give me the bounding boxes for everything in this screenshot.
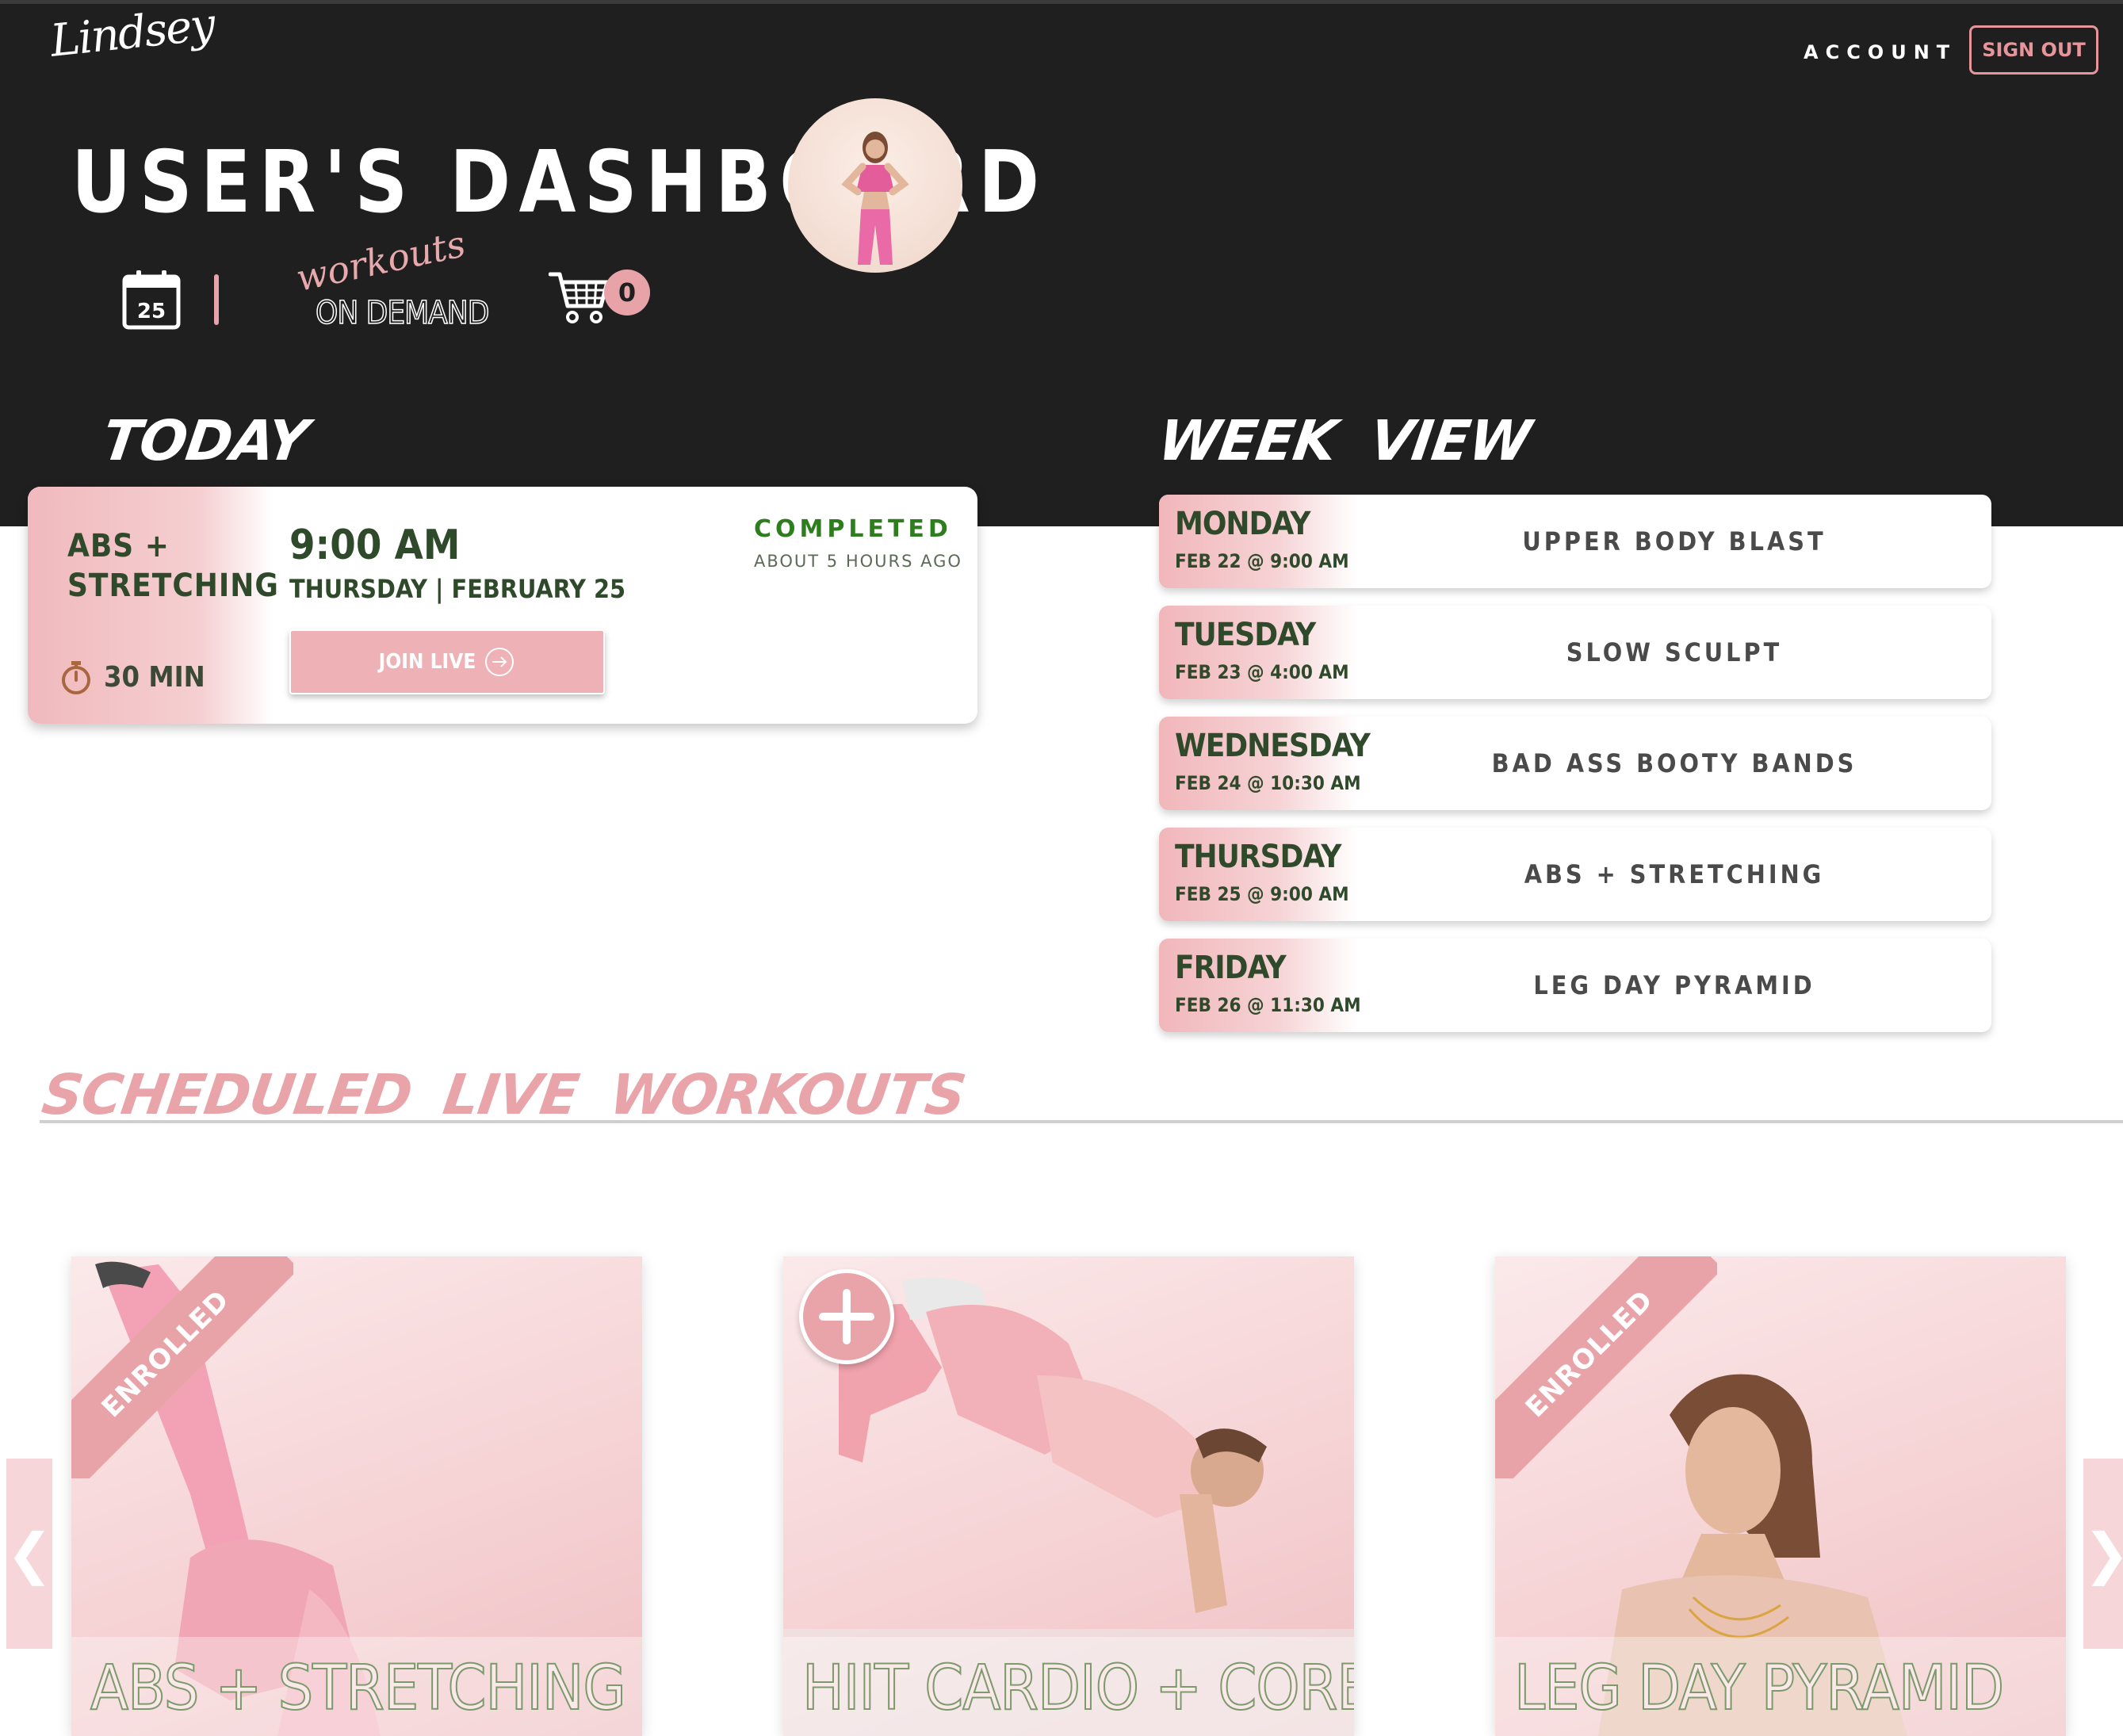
workouts-on-demand-link[interactable]: workouts ON DEMAND [293,222,490,333]
today-class-name: ABS + STRETCHING [67,528,279,604]
calendar-icon[interactable]: 25 [122,270,181,330]
week-class-name: BAD ASS BOOTY BANDS [1491,748,1857,778]
ribbon-label: ENROLLED [71,1256,293,1478]
arrow-right-icon [485,648,514,676]
today-duration: 30 MIN [104,661,205,694]
carousel-next-button[interactable]: ❯ [2083,1459,2123,1649]
avatar-figure [841,132,909,265]
join-live-button[interactable]: JOIN LIVE [289,629,605,694]
workout-card-leg-day-pyramid[interactable]: LEG DAY PYRAMID ENROLLED [1495,1256,2066,1736]
today-date: THURSDAY | FEBRUARY 25 [289,574,625,604]
carousel-prev-button[interactable]: ❮ [6,1459,53,1649]
week-class-name: ABS + STRETCHING [1524,859,1825,889]
chevron-right-icon: ❯ [2083,1521,2123,1586]
week-row-thursday[interactable]: THURSDAY FEB 25 @ 9:00 AM ABS + STRETCHI… [1159,828,1991,921]
divider [214,274,219,325]
avatar[interactable] [788,98,962,273]
week-date: FEB 25 @ 9:00 AM [1175,883,1349,905]
week-date: FEB 26 @ 11:30 AM [1175,994,1361,1016]
chevron-left-icon: ❮ [6,1521,53,1586]
today-time: 9:00 AM [289,522,461,569]
week-day: THURSDAY [1175,839,1341,875]
stopwatch-icon [59,660,93,696]
week-row-monday[interactable]: MONDAY FEB 22 @ 9:00 AM UPPER BODY BLAST [1159,495,1991,588]
add-workout-button[interactable] [799,1269,894,1364]
week-day: WEDNESDAY [1175,728,1371,764]
card-title: ABS + STRETCHING [90,1652,627,1725]
enrolled-ribbon: ENROLLED [71,1256,293,1478]
today-class-card: ABS + STRETCHING 30 MIN 9:00 AM THURSDAY… [28,487,977,724]
plus-icon [819,1289,874,1344]
week-class-name: SLOW SCULPT [1566,637,1783,667]
week-class-name: LEG DAY PYRAMID [1533,970,1815,1000]
card-title: HIIT CARDIO + CORE [801,1652,1354,1725]
week-day: FRIDAY [1175,950,1287,986]
sign-out-button[interactable]: SIGN OUT [1969,25,2098,75]
week-row-wednesday[interactable]: WEDNESDAY FEB 24 @ 10:30 AM BAD ASS BOOT… [1159,717,1991,810]
today-heading: TODAY [98,408,312,473]
section-divider [40,1120,2123,1123]
week-day: MONDAY [1175,506,1310,542]
ondemand-label: ON DEMAND [315,294,490,332]
week-row-tuesday[interactable]: TUESDAY FEB 23 @ 4:00 AM SLOW SCULPT [1159,606,1991,699]
enrolled-ribbon: ENROLLED [1495,1256,1717,1478]
week-date: FEB 24 @ 10:30 AM [1175,772,1361,794]
status-timestamp: ABOUT 5 HOURS AGO [754,552,962,571]
week-class-name: UPPER BODY BLAST [1522,526,1827,556]
cart-icon[interactable] [548,270,612,325]
week-date: FEB 22 @ 9:00 AM [1175,550,1349,572]
workout-card-hiit-cardio-core[interactable]: HIIT CARDIO + CORE [783,1256,1354,1736]
calendar-day: 25 [137,300,166,323]
ribbon-label: ENROLLED [1495,1256,1717,1478]
status-badge: COMPLETED [754,515,952,543]
week-view-heading: WEEK VIEW [1154,408,1535,473]
week-day: TUESDAY [1175,617,1316,653]
scheduled-workouts-heading: SCHEDULED LIVE WORKOUTS [38,1062,970,1127]
week-row-friday[interactable]: FRIDAY FEB 26 @ 11:30 AM LEG DAY PYRAMID [1159,939,1991,1032]
cart-count-badge: 0 [604,270,650,315]
week-date: FEB 23 @ 4:00 AM [1175,661,1349,683]
workout-card-abs-stretching[interactable]: ABS + STRETCHING ENROLLED [71,1256,642,1736]
account-link[interactable]: ACCOUNT [1804,41,1957,63]
card-title: LEG DAY PYRAMID [1513,1652,2005,1725]
join-live-label: JOIN LIVE [378,650,476,674]
